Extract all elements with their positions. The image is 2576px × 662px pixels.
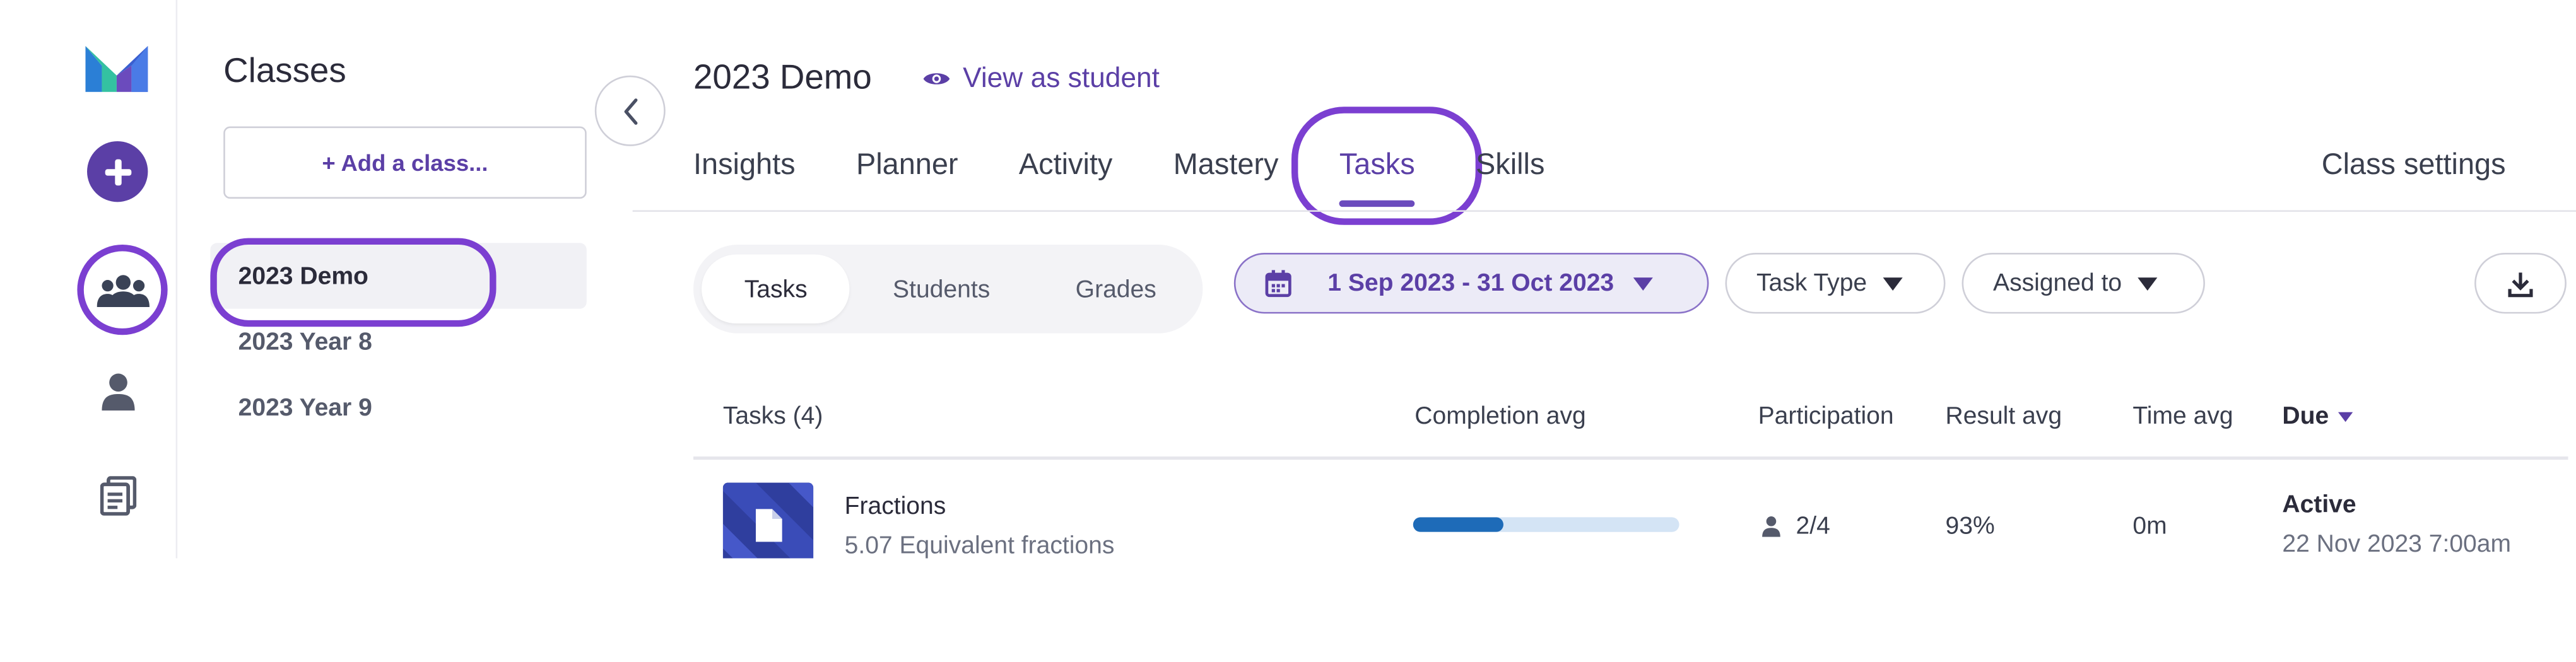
date-range-label: 1 Sep 2023 - 31 Oct 2023 bbox=[1327, 269, 1614, 298]
class-item-2023-year-8[interactable]: 2023 Year 8 bbox=[210, 309, 586, 375]
header-due[interactable]: Due bbox=[2282, 402, 2354, 431]
sort-down-icon bbox=[2338, 411, 2354, 422]
task-subtitle: 5.07 Equivalent fractions bbox=[844, 531, 1115, 559]
class-tabs: Insights Planner Activity Mastery Tasks … bbox=[693, 107, 1606, 225]
download-button[interactable] bbox=[2474, 253, 2567, 314]
collapse-panel-button[interactable] bbox=[594, 75, 666, 146]
tab-mastery[interactable]: Mastery bbox=[1173, 148, 1279, 213]
header-result-avg: Result avg bbox=[1945, 402, 2062, 431]
tab-tasks[interactable]: Tasks bbox=[1291, 107, 1483, 225]
header-completion-avg: Completion avg bbox=[1414, 402, 1586, 431]
segment-tasks[interactable]: Tasks bbox=[702, 254, 850, 324]
task-type-filter[interactable]: Task Type bbox=[1725, 253, 1946, 314]
icon-rail bbox=[0, 0, 178, 559]
result-avg-value: 93% bbox=[1945, 512, 1995, 540]
page-title: 2023 Demo bbox=[693, 59, 872, 97]
caret-down-icon bbox=[1883, 276, 1903, 290]
app-window: Classes + Add a class... 2023 Demo 2023 … bbox=[0, 0, 2576, 559]
person-icon[interactable] bbox=[98, 371, 138, 414]
person-icon bbox=[1762, 516, 1780, 537]
header-due-label: Due bbox=[2282, 402, 2329, 431]
caret-down-icon bbox=[2138, 276, 2158, 290]
task-name[interactable]: Fractions bbox=[845, 492, 946, 520]
completion-progress-bar bbox=[1413, 517, 1679, 532]
tabs-divider bbox=[632, 210, 2576, 212]
tab-skills[interactable]: Skills bbox=[1476, 148, 1544, 213]
header-tasks: Tasks (4) bbox=[722, 402, 823, 431]
due-date: 22 Nov 2023 7:00am bbox=[2282, 530, 2512, 559]
calendar-icon bbox=[1265, 270, 1291, 298]
task-thumbnail bbox=[722, 482, 814, 559]
tasks-table: Tasks (4) Completion avg Participation R… bbox=[693, 381, 2568, 559]
eye-icon bbox=[923, 73, 950, 84]
classes-title: Classes bbox=[223, 52, 346, 91]
header-participation: Participation bbox=[1758, 402, 1894, 431]
tab-activity[interactable]: Activity bbox=[1019, 148, 1112, 213]
add-class-button[interactable]: + Add a class... bbox=[223, 126, 587, 199]
segment-grades[interactable]: Grades bbox=[1033, 255, 1199, 323]
class-item-2023-year-9[interactable]: 2023 Year 9 bbox=[210, 375, 586, 440]
assigned-to-filter[interactable]: Assigned to bbox=[1961, 253, 2205, 314]
date-range-filter[interactable]: 1 Sep 2023 - 31 Oct 2023 bbox=[1233, 253, 1709, 314]
tab-planner[interactable]: Planner bbox=[856, 148, 958, 213]
header-time-avg: Time avg bbox=[2132, 402, 2233, 431]
mathspace-logo-icon[interactable] bbox=[85, 43, 148, 92]
document-icon bbox=[755, 509, 782, 542]
assigned-to-label: Assigned to bbox=[1993, 269, 2122, 298]
segment-students[interactable]: Students bbox=[850, 255, 1033, 323]
view-as-student-label: View as student bbox=[963, 62, 1160, 94]
class-item-2023-demo[interactable]: 2023 Demo bbox=[210, 238, 587, 327]
chevron-left-icon bbox=[623, 97, 637, 124]
caret-down-icon bbox=[1633, 276, 1654, 290]
documents-icon[interactable] bbox=[100, 475, 137, 516]
main-content: 2023 Demo View as student Insights Plann… bbox=[632, 16, 2576, 559]
download-icon bbox=[2508, 272, 2533, 297]
add-icon[interactable] bbox=[87, 141, 148, 202]
classes-group-icon[interactable] bbox=[77, 245, 168, 335]
class-settings-link[interactable]: Class settings bbox=[2322, 148, 2506, 182]
stage: Classes + Add a class... 2023 Demo 2023 … bbox=[0, 0, 2576, 660]
participation-cell: 2/4 bbox=[1761, 513, 1830, 540]
participation-value: 2/4 bbox=[1796, 512, 1830, 540]
due-status: Active bbox=[2282, 491, 2356, 519]
task-type-label: Task Type bbox=[1756, 269, 1867, 298]
table-row[interactable]: Fractions 5.07 Equivalent fractions 2/4 … bbox=[693, 460, 2568, 559]
view-as-student-link[interactable]: View as student bbox=[922, 62, 1160, 95]
table-header: Tasks (4) Completion avg Participation R… bbox=[693, 381, 2568, 460]
tab-insights[interactable]: Insights bbox=[693, 148, 796, 213]
time-avg-value: 0m bbox=[2132, 512, 2167, 540]
view-segmented-control: Tasks Students Grades bbox=[693, 245, 1203, 334]
completion-progress-fill bbox=[1413, 517, 1504, 532]
class-list: 2023 Demo 2023 Year 8 2023 Year 9 bbox=[210, 238, 587, 440]
classes-panel: Classes + Add a class... 2023 Demo 2023 … bbox=[177, 0, 633, 559]
